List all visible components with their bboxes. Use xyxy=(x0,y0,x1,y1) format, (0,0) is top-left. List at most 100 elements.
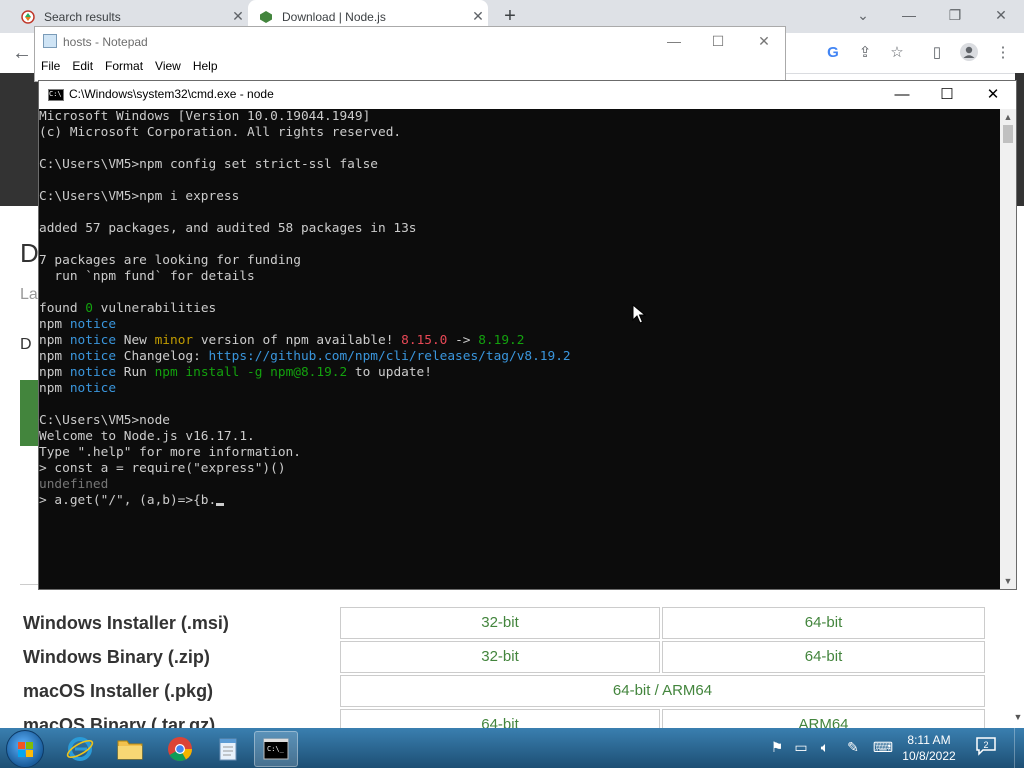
browser-menu-icon[interactable]: ⋮ xyxy=(992,42,1014,64)
page-label-fragment: D xyxy=(20,336,32,353)
terminal-line: added 57 packages, and audited 58 packag… xyxy=(39,221,1000,237)
download-option-button[interactable]: 32-bit xyxy=(340,641,660,673)
browser-restore-button[interactable]: ❐ xyxy=(940,5,970,25)
cmd-vertical-scrollbar[interactable]: ▲ ▼ xyxy=(1000,109,1016,589)
back-arrow-icon[interactable]: ← xyxy=(10,42,34,64)
terminal-text: Microsoft Windows [Version 10.0.19044.19… xyxy=(39,109,1000,509)
tab-search-chevron-icon[interactable]: ⌄ xyxy=(848,5,878,25)
side-panel-icon[interactable]: ▯ xyxy=(926,42,948,64)
terminal-text-segment: https://github.com/npm/cli/releases/tag/… xyxy=(208,349,571,364)
terminal-line: C:\Users\VM5>node xyxy=(39,413,1000,429)
windows-taskbar: C:\_ ⚑ ▭ 🔈︎ ✎ ⌨ 8:11 AM 10/8/2022 2 xyxy=(0,728,1024,768)
google-icon[interactable]: G xyxy=(822,42,844,64)
terminal-text-segment: run `npm fund` for details xyxy=(39,269,255,284)
notification-center-icon[interactable]: 2 xyxy=(974,736,998,758)
terminal-text-segment: notice xyxy=(69,349,117,364)
terminal-text-segment: C:\Users\VM5>npm config set strict-ssl f… xyxy=(39,157,378,172)
terminal-text-segment: > const a = require("express")() xyxy=(39,461,286,476)
taskbar-clock[interactable]: 8:11 AM 10/8/2022 xyxy=(898,732,960,764)
menu-format[interactable]: Format xyxy=(99,57,149,77)
terminal-text-segment: C:\Users\VM5>npm i express xyxy=(39,189,240,204)
terminal-text-segment: vulnerabilities xyxy=(92,301,217,316)
terminal-text-segment: New xyxy=(116,333,155,348)
page-divider xyxy=(20,584,40,585)
menu-file[interactable]: File xyxy=(35,57,66,77)
cmd-console-output[interactable]: Microsoft Windows [Version 10.0.19044.19… xyxy=(39,109,1000,589)
notepad-maximize-button[interactable]: ☐ xyxy=(703,31,733,51)
terminal-text-segment: 8.15.0 xyxy=(401,333,448,348)
profile-avatar-icon[interactable] xyxy=(958,42,980,64)
terminal-text-segment: Run xyxy=(116,365,155,380)
close-tab-icon[interactable]: ✕ xyxy=(468,8,488,25)
share-icon[interactable]: ⇪ xyxy=(854,42,876,64)
clock-time: 8:11 AM xyxy=(907,733,951,747)
internet-explorer-taskbar-icon[interactable] xyxy=(58,731,102,767)
terminal-text-segment: 8.19.2 xyxy=(478,333,525,348)
text-cursor xyxy=(216,503,225,506)
notepad-taskbar-icon[interactable] xyxy=(206,731,250,767)
cmd-window: C:\ C:\Windows\system32\cmd.exe - node —… xyxy=(38,80,1017,590)
tray-network-icon[interactable]: ⚑ xyxy=(766,739,788,756)
terminal-text-segment: version of npm available! xyxy=(193,333,402,348)
new-tab-button[interactable]: + xyxy=(500,6,520,26)
terminal-text-segment: found xyxy=(39,301,86,316)
start-button[interactable] xyxy=(6,730,44,768)
nodejs-favicon-icon xyxy=(258,9,274,25)
browser-minimize-button[interactable]: — xyxy=(894,5,924,25)
cmd-minimize-button[interactable]: — xyxy=(880,83,924,107)
notification-count: 2 xyxy=(983,740,988,750)
scrollbar-thumb[interactable] xyxy=(1003,125,1013,143)
terminal-text-segment: -> xyxy=(447,333,479,348)
show-desktop-button[interactable] xyxy=(1014,728,1024,768)
notepad-window: hosts - Notepad — ☐ ✕ File Edit Format V… xyxy=(34,26,786,82)
file-explorer-taskbar-icon[interactable] xyxy=(108,731,152,767)
svg-text:C:\_: C:\_ xyxy=(267,745,285,753)
chrome-taskbar-icon[interactable] xyxy=(158,731,202,767)
tray-volume-icon[interactable]: 🔈︎ xyxy=(814,739,836,756)
scroll-up-arrow-icon[interactable]: ▲ xyxy=(1000,109,1016,125)
terminal-text-segment: notice xyxy=(69,381,117,396)
terminal-text-segment: npm xyxy=(39,349,70,364)
menu-help[interactable]: Help xyxy=(187,57,224,77)
cmd-title-bar[interactable]: C:\ C:\Windows\system32\cmd.exe - node —… xyxy=(39,81,1016,109)
cmd-maximize-button[interactable]: ☐ xyxy=(925,83,969,107)
tray-pen-icon[interactable]: ✎ xyxy=(842,739,864,756)
terminal-line: npm notice Run npm install -g npm@8.19.2… xyxy=(39,365,1000,381)
menu-view[interactable]: View xyxy=(149,57,187,77)
download-option-button[interactable]: 32-bit xyxy=(340,607,660,639)
cmd-close-button[interactable]: ✕ xyxy=(971,83,1015,107)
search-results-favicon-icon xyxy=(20,9,36,25)
close-tab-icon[interactable]: ✕ xyxy=(228,8,248,25)
download-tab-active-block[interactable] xyxy=(20,380,40,446)
page-scroll-down-arrow-icon[interactable]: ▼ xyxy=(1012,712,1024,724)
cmd-app-icon: C:\ xyxy=(48,89,64,101)
terminal-text-segment: notice xyxy=(69,365,117,380)
menu-edit[interactable]: Edit xyxy=(66,57,99,77)
terminal-line: 7 packages are looking for funding xyxy=(39,253,1000,269)
terminal-text-segment: 7 packages are looking for funding xyxy=(39,253,301,268)
tray-keyboard-icon[interactable]: ⌨ xyxy=(872,739,894,756)
notepad-title: hosts - Notepad xyxy=(63,35,148,49)
terminal-text-segment: undefined xyxy=(39,477,109,492)
clock-date: 10/8/2022 xyxy=(902,749,956,763)
terminal-text-segment: Type ".help" for more information. xyxy=(39,445,301,460)
bookmark-star-icon[interactable]: ☆ xyxy=(886,42,908,64)
terminal-text-segment: minor xyxy=(154,333,194,348)
terminal-text-segment: npm xyxy=(39,333,70,348)
cmd-taskbar-icon[interactable]: C:\_ xyxy=(254,731,298,767)
download-option-button[interactable]: 64-bit / ARM64 xyxy=(340,675,985,707)
terminal-text-segment: npm xyxy=(39,317,70,332)
scroll-down-arrow-icon[interactable]: ▼ xyxy=(1000,573,1016,589)
download-option-button[interactable]: 64-bit xyxy=(662,607,985,639)
download-option-button[interactable]: 64-bit xyxy=(662,641,985,673)
terminal-line: npm notice Changelog: https://github.com… xyxy=(39,349,1000,365)
notepad-close-button[interactable]: ✕ xyxy=(749,31,779,51)
browser-close-button[interactable]: ✕ xyxy=(986,5,1016,25)
terminal-line: Type ".help" for more information. xyxy=(39,445,1000,461)
notepad-minimize-button[interactable]: — xyxy=(659,31,689,51)
tray-display-icon[interactable]: ▭ xyxy=(790,739,812,756)
